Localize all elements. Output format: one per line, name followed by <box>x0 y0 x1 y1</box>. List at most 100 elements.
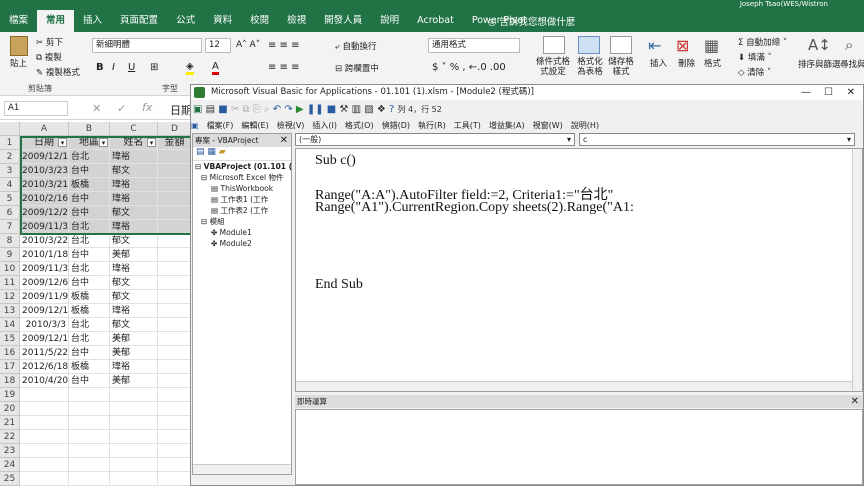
empty-cell[interactable] <box>110 472 158 486</box>
empty-cell[interactable] <box>110 402 158 416</box>
vbe-menu-item[interactable]: 格式(O) <box>345 121 374 130</box>
table-cell[interactable]: 板橋 <box>69 178 110 192</box>
tab-9[interactable]: 說明 <box>371 10 408 32</box>
table-cell[interactable]: 美郁 <box>110 248 158 262</box>
insert-cells-button[interactable]: 插入 <box>650 57 667 69</box>
empty-cell[interactable] <box>158 402 192 416</box>
empty-cell[interactable] <box>158 430 192 444</box>
code-window[interactable]: Sub c() Range("A:A").AutoFilter field:=2,… <box>295 148 863 392</box>
row-header[interactable]: 12 <box>0 290 20 304</box>
vbe-menu-item[interactable]: 偵錯(D) <box>382 121 410 130</box>
table-cell[interactable]: 郁文 <box>110 290 158 304</box>
wrap-text-button[interactable]: ⤶ 自動換行 <box>335 40 376 52</box>
run-icon[interactable]: ▶ <box>296 104 304 115</box>
formula-input[interactable]: 日期 <box>170 102 192 118</box>
empty-cell[interactable] <box>158 290 192 304</box>
bold-button[interactable]: B <box>96 62 104 73</box>
table-cell[interactable]: 2009/11/30 <box>20 220 69 234</box>
table-cell[interactable]: 瑋裕 <box>110 178 158 192</box>
table-cell[interactable]: 郁文 <box>110 234 158 248</box>
table-cell[interactable]: 2011/5/22 <box>20 346 69 360</box>
empty-cell[interactable] <box>158 444 192 458</box>
merge-center-button[interactable]: ⊟ 跨欄置中 <box>335 62 379 74</box>
underline-button[interactable]: U <box>128 62 135 73</box>
stop-icon[interactable]: ■ <box>327 104 336 115</box>
table-cell[interactable]: 2010/1/18 <box>20 248 69 262</box>
table-cell[interactable]: 瑋裕 <box>110 360 158 374</box>
column-header[interactable]: D <box>158 122 192 136</box>
row-header[interactable]: 8 <box>0 234 20 248</box>
paste-button[interactable]: 貼上 <box>10 57 27 69</box>
table-cell[interactable]: 板橋 <box>69 304 110 318</box>
fill-color-button[interactable]: ◈ <box>186 61 194 75</box>
empty-cell[interactable] <box>110 430 158 444</box>
row-header[interactable]: 9 <box>0 248 20 262</box>
table-cell[interactable]: 美郁 <box>110 332 158 346</box>
empty-cell[interactable] <box>110 444 158 458</box>
toggle-folders-icon[interactable]: ▰ <box>219 147 226 157</box>
empty-cell[interactable] <box>110 416 158 430</box>
empty-cell[interactable] <box>158 164 192 178</box>
minimize-icon[interactable]: — <box>801 85 811 100</box>
empty-cell[interactable] <box>158 178 192 192</box>
cell-styles-button[interactable]: 儲存格樣式 <box>606 57 636 77</box>
tab-8[interactable]: 開發人員 <box>315 10 371 32</box>
border-button[interactable]: ⊞ <box>150 62 158 73</box>
table-cell[interactable]: 瑋裕 <box>110 150 158 164</box>
header-cell[interactable]: 姓名 ▾ <box>110 136 158 150</box>
row-header[interactable]: 19 <box>0 388 20 402</box>
empty-cell[interactable] <box>158 388 192 402</box>
align-top-icon[interactable]: ≡ ≡ ≡ <box>268 40 300 51</box>
table-cell[interactable]: 瑋裕 <box>110 304 158 318</box>
table-cell[interactable]: 美郁 <box>110 374 158 388</box>
table-cell[interactable]: 板橋 <box>69 360 110 374</box>
clear-button[interactable]: ◇ 清除 ˅ <box>738 66 771 78</box>
empty-cell[interactable] <box>158 262 192 276</box>
autosum-button[interactable]: Σ 自動加總 ˅ <box>738 36 787 48</box>
view-code-icon[interactable]: ▤ <box>196 147 205 157</box>
table-cell[interactable]: 郁文 <box>110 318 158 332</box>
empty-cell[interactable] <box>110 458 158 472</box>
tab-6[interactable]: 校閱 <box>241 10 278 32</box>
empty-cell[interactable] <box>20 430 69 444</box>
row-header[interactable]: 16 <box>0 346 20 360</box>
vbe-menu-item[interactable]: 插入(I) <box>312 121 337 130</box>
table-cell[interactable]: 台中 <box>69 164 110 178</box>
table-cell[interactable]: 美郁 <box>110 346 158 360</box>
row-header[interactable]: 11 <box>0 276 20 290</box>
row-header[interactable]: 3 <box>0 164 20 178</box>
column-header[interactable]: B <box>69 122 110 136</box>
row-header[interactable]: 15 <box>0 332 20 346</box>
table-cell[interactable]: 2009/12/6 <box>20 276 69 290</box>
tab-10[interactable]: Acrobat <box>408 10 463 32</box>
row-header[interactable]: 14 <box>0 318 20 332</box>
table-cell[interactable]: 2009/12/11 <box>20 332 69 346</box>
grow-font-button[interactable]: A˄ A˅ <box>236 40 260 50</box>
empty-cell[interactable] <box>158 346 192 360</box>
procedure-combo[interactable]: c ▾ <box>579 133 855 146</box>
column-header[interactable]: C <box>110 122 158 136</box>
empty-cell[interactable] <box>158 304 192 318</box>
empty-cell[interactable] <box>158 318 192 332</box>
vbe-menu-item[interactable]: 工具(T) <box>454 121 481 130</box>
font-color-button[interactable]: A <box>212 61 219 75</box>
empty-cell[interactable] <box>20 444 69 458</box>
empty-cell[interactable] <box>69 472 110 486</box>
tree-item[interactable]: ⊟ VBAProject (01.101 ( <box>193 161 292 172</box>
find-select-button[interactable]: 尋找與選取 <box>840 58 864 70</box>
table-cell[interactable]: 台中 <box>69 276 110 290</box>
table-cell[interactable]: 台北 <box>69 318 110 332</box>
row-header[interactable]: 13 <box>0 304 20 318</box>
table-cell[interactable]: 2010/3/23 <box>20 164 69 178</box>
table-cell[interactable]: 瑋裕 <box>110 220 158 234</box>
empty-cell[interactable] <box>20 416 69 430</box>
delete-cells-button[interactable]: 刪除 <box>678 57 695 69</box>
copy-button[interactable]: ⧉ 複製 <box>36 51 62 63</box>
close-immediate-icon[interactable]: ✕ <box>851 395 859 408</box>
table-cell[interactable]: 台北 <box>69 234 110 248</box>
row-header[interactable]: 24 <box>0 458 20 472</box>
cut-button[interactable]: ✂ 剪下 <box>36 36 63 48</box>
empty-cell[interactable] <box>20 402 69 416</box>
help-icon[interactable]: ? <box>389 104 394 115</box>
redo-icon[interactable]: ↷ <box>284 104 292 115</box>
